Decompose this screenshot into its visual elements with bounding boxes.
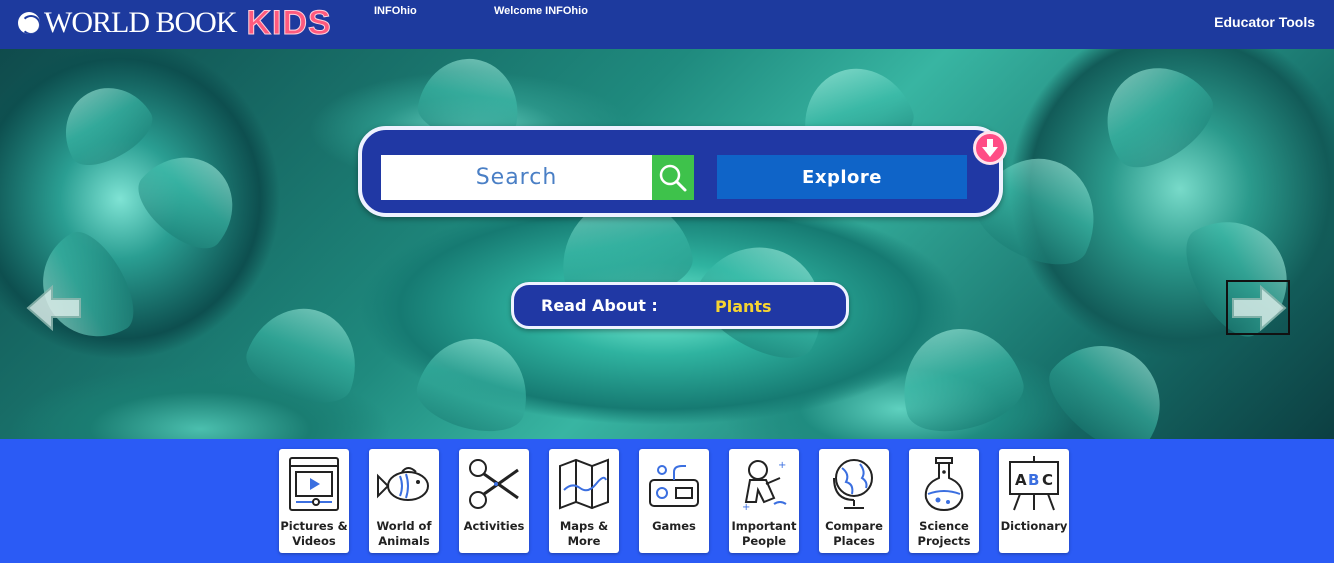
tile-games[interactable]: Games [639, 449, 709, 553]
hero-banner: Explore [0, 49, 1334, 439]
section-navigation: Pictures & Videos World of Animals Activ… [0, 439, 1334, 563]
world-book-kids-logo[interactable]: WORLD BOOK KIDS [18, 4, 332, 42]
flask-icon [924, 457, 964, 512]
tile-label: Dictionary [1000, 519, 1068, 533]
tile-label: Science Projects [917, 519, 971, 548]
svg-text:+: + [778, 460, 786, 471]
tile-science-projects[interactable]: Science Projects [909, 449, 979, 553]
tile-dictionary[interactable]: A B C Dictionary [999, 449, 1069, 553]
previous-slide-button[interactable] [24, 282, 86, 334]
tile-label: Maps & More [559, 519, 609, 548]
scissors-icon [469, 459, 519, 509]
tile-compare-places[interactable]: Compare Places [819, 449, 889, 553]
tile-label: Compare Places [825, 519, 883, 548]
globe-icon [833, 459, 873, 509]
svg-text:B: B [1028, 471, 1039, 489]
game-controller-icon [649, 465, 699, 507]
read-about-topic[interactable]: Plants [715, 297, 772, 316]
arrow-down-icon [982, 139, 998, 157]
top-header: WORLD BOOK KIDS INFOhio Welcome INFOhio … [0, 0, 1334, 49]
read-about-banner[interactable]: Read About : Plants [511, 282, 849, 329]
logo-kids-text: KIDS [246, 4, 332, 42]
read-about-label: Read About : [541, 296, 658, 315]
map-icon [559, 458, 609, 510]
account-name: INFOhio [374, 5, 417, 17]
tile-label: Activities [463, 519, 525, 533]
tile-important-people[interactable]: + + Important People [729, 449, 799, 553]
arrow-right-icon [1232, 284, 1287, 331]
search-panel: Explore [358, 126, 1003, 217]
scroll-down-button[interactable] [973, 131, 1007, 165]
abc-board-icon: A B C [1009, 456, 1059, 511]
svg-text:A: A [1015, 471, 1027, 489]
tile-maps-more[interactable]: Maps & More [549, 449, 619, 553]
astronaut-icon: + + [742, 460, 787, 513]
magnifier-icon [659, 164, 687, 191]
video-player-icon [289, 457, 339, 511]
search-input[interactable] [381, 155, 652, 200]
svg-text:+: + [742, 502, 750, 513]
search-button[interactable] [652, 155, 694, 200]
explore-button[interactable]: Explore [717, 155, 967, 199]
educator-tools-link[interactable]: Educator Tools [1214, 14, 1315, 30]
tile-label: World of Animals [376, 519, 432, 548]
tile-pictures-videos[interactable]: Pictures & Videos [279, 449, 349, 553]
tile-label: Games [652, 519, 696, 533]
globe-logo-icon [18, 12, 40, 34]
tile-label: Pictures & Videos [280, 519, 348, 548]
logo-text: WORLD BOOK [44, 6, 237, 39]
tile-activities[interactable]: Activities [459, 449, 529, 553]
tile-world-of-animals[interactable]: World of Animals [369, 449, 439, 553]
svg-text:C: C [1042, 471, 1053, 489]
tile-label: Important People [731, 519, 797, 548]
welcome-message: Welcome INFOhio [494, 5, 588, 17]
arrow-left-icon [26, 285, 81, 331]
next-slide-button[interactable] [1226, 280, 1290, 335]
fish-icon [377, 467, 429, 501]
